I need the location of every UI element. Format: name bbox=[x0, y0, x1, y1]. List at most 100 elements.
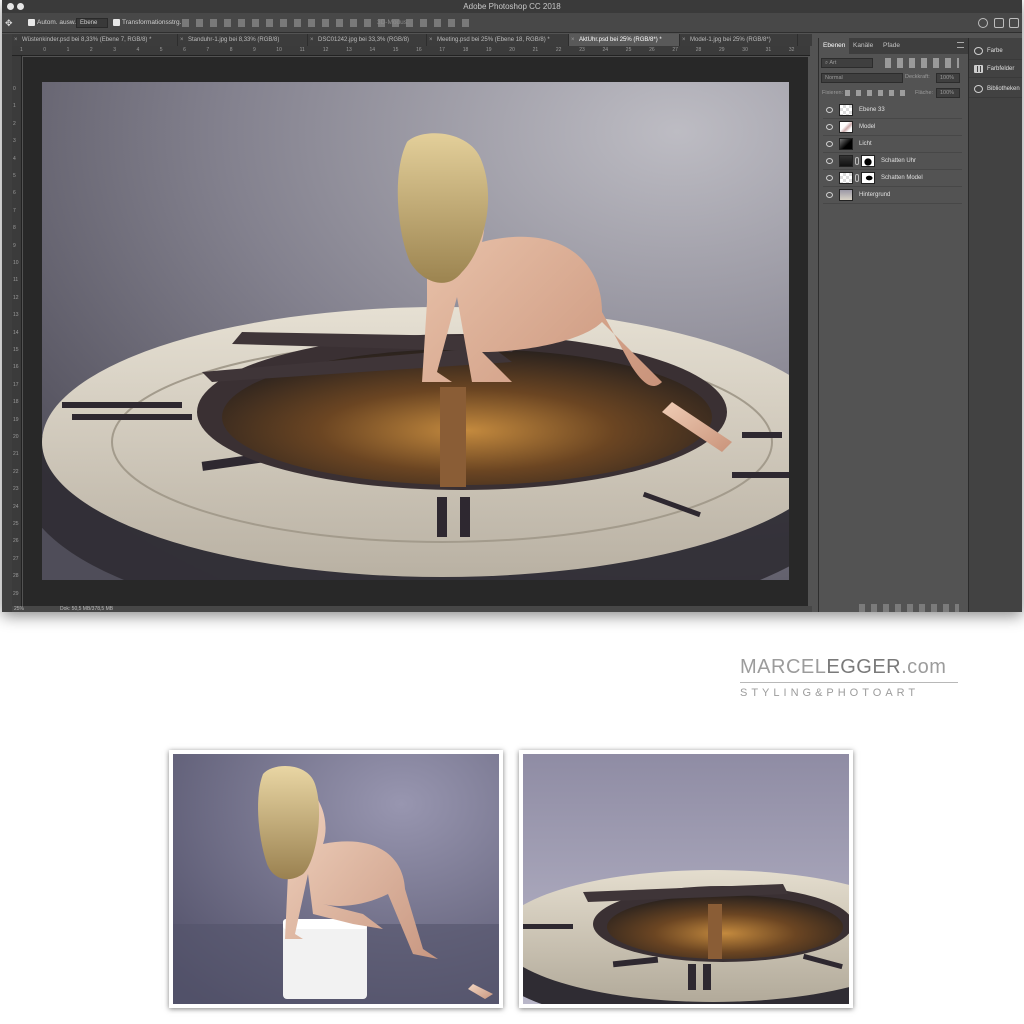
search-icon[interactable] bbox=[978, 18, 988, 28]
tab-kanaele[interactable]: Kanäle bbox=[849, 38, 877, 54]
share-icon[interactable] bbox=[1009, 18, 1019, 28]
brand-name: MARCELEGGER.com bbox=[740, 656, 960, 678]
lock-icons[interactable] bbox=[845, 90, 905, 96]
brand-domain: .com bbox=[901, 656, 947, 678]
auto-select-checkbox[interactable] bbox=[28, 19, 35, 26]
layer-row[interactable]: Schatten Uhr bbox=[823, 153, 962, 170]
filter-kind-value: Art bbox=[829, 60, 837, 66]
tab-wuestenkinder[interactable]: × Wüstenkinder.psd bei 8,33% (Ebene 7, RG… bbox=[12, 34, 178, 46]
ruler-h-tick: 32 bbox=[788, 47, 795, 53]
visibility-eye-icon[interactable] bbox=[826, 192, 833, 198]
dock-label: Farbe bbox=[987, 48, 1003, 54]
ruler-v-tick: 7 bbox=[13, 207, 16, 214]
tab-aktuhr[interactable]: × AktUhr.psd bei 25% (RGB/8*) * bbox=[569, 34, 680, 46]
panel-menu-icon[interactable] bbox=[957, 42, 964, 48]
model-photo bbox=[173, 754, 499, 1004]
close-tab-icon[interactable]: × bbox=[429, 34, 433, 46]
ruler-v-tick: 28 bbox=[13, 573, 19, 580]
ruler-v-tick: 29 bbox=[13, 590, 19, 597]
dock-swatches[interactable]: Farbfelder bbox=[969, 60, 1022, 78]
visibility-eye-icon[interactable] bbox=[826, 124, 833, 130]
ruler-h-tick: 31 bbox=[765, 47, 772, 53]
ruler-v-tick: 27 bbox=[13, 555, 19, 562]
ruler-h-tick: 1 bbox=[20, 47, 23, 53]
document-canvas[interactable] bbox=[42, 82, 789, 580]
close-tab-icon[interactable]: × bbox=[310, 34, 314, 46]
document-info[interactable]: Dok: 50,5 MB/378,5 MB bbox=[60, 606, 113, 612]
tab-dsc01242[interactable]: × DSC01242.jpg bei 33,3% (RGB/8) bbox=[308, 34, 427, 46]
move-tool-icon[interactable]: ✥ bbox=[5, 13, 13, 33]
visibility-eye-icon[interactable] bbox=[826, 158, 833, 164]
clock-photo bbox=[523, 754, 849, 1004]
tab-model-1[interactable]: × Model-1.jpg bei 25% (RGB/8*) bbox=[680, 34, 798, 46]
transform-controls-label: Transformationsstrg. bbox=[122, 19, 182, 26]
ruler-h-tick: 22 bbox=[555, 47, 562, 53]
layer-row[interactable]: Model bbox=[823, 119, 962, 136]
ruler-v-tick: 21 bbox=[13, 451, 19, 458]
align-distribute-icons[interactable] bbox=[182, 19, 472, 27]
ruler-h-tick: 9 bbox=[253, 47, 256, 53]
layer-row[interactable]: Hintergrund bbox=[823, 187, 962, 204]
zoom-level[interactable]: 25% bbox=[14, 606, 24, 612]
tab-ebenen[interactable]: Ebenen bbox=[819, 38, 850, 54]
layer-name: Hintergrund bbox=[859, 192, 891, 198]
vertical-ruler[interactable]: 0 1 2 3 4 5 6 7 8 9 10 11 12 13 14 15 16 17 18 19 20 21 22 23 24… bbox=[12, 56, 22, 612]
layer-row[interactable]: Schatten Model bbox=[823, 170, 962, 187]
layer-footer-buttons[interactable] bbox=[859, 604, 959, 612]
close-tab-icon[interactable]: × bbox=[571, 34, 575, 46]
layer-row[interactable]: Ebene 33 bbox=[823, 102, 962, 119]
panel-tabs: Ebenen Kanäle Pfade bbox=[819, 38, 968, 54]
transform-controls-checkbox[interactable] bbox=[113, 19, 120, 26]
opacity-field[interactable]: 100% bbox=[936, 73, 960, 83]
ruler-v-tick: 23 bbox=[13, 486, 19, 493]
window-title: Adobe Photoshop CC 2018 bbox=[463, 2, 561, 11]
layer-name: Schatten Model bbox=[881, 175, 923, 181]
ruler-h-tick: 19 bbox=[486, 47, 492, 53]
ruler-v-tick: 5 bbox=[13, 173, 16, 179]
toolbar-strip[interactable] bbox=[2, 34, 12, 612]
auto-select-dropdown[interactable]: Ebene bbox=[76, 18, 108, 28]
close-tab-icon[interactable]: × bbox=[180, 34, 184, 46]
ruler-v-tick: 6 bbox=[13, 190, 16, 197]
tab-standuhr[interactable]: × Standuhr-1.jpg bei 8,33% (RGB/8) bbox=[178, 34, 308, 46]
tab-label: Meeting.psd bei 25% (Ebene 18, RGB/8) * bbox=[437, 37, 550, 43]
status-bar: 25% Dok: 50,5 MB/378,5 MB bbox=[12, 606, 812, 612]
layer-thumbnail bbox=[839, 104, 853, 116]
layer-thumbnail bbox=[839, 138, 853, 150]
brand-divider bbox=[740, 682, 958, 683]
dock-libraries[interactable]: Bibliotheken bbox=[969, 80, 1022, 98]
horizontal-ruler[interactable]: 1 0 1 2 3 4 5 6 7 8 9 10 11 12 13 14 15 16 17 18 19 20 21 22 23 2… bbox=[12, 46, 810, 56]
ruler-v-tick: 1 bbox=[13, 103, 16, 110]
filter-type-icons[interactable] bbox=[885, 58, 959, 68]
composite-image bbox=[42, 82, 789, 580]
layer-filter-dropdown[interactable]: ⌕ Art bbox=[821, 58, 873, 68]
layer-mask-thumbnail[interactable] bbox=[861, 172, 875, 184]
ruler-h-tick: 2 bbox=[89, 47, 93, 53]
tab-label: Model-1.jpg bei 25% (RGB/8*) bbox=[690, 37, 771, 43]
libraries-icon bbox=[974, 85, 983, 93]
visibility-eye-icon[interactable] bbox=[826, 107, 833, 113]
minimize-window-button[interactable] bbox=[17, 3, 24, 10]
ruler-h-tick: 6 bbox=[183, 47, 186, 53]
layer-row[interactable]: Licht bbox=[823, 136, 962, 153]
visibility-eye-icon[interactable] bbox=[826, 175, 833, 181]
ruler-v-tick: 11 bbox=[13, 277, 19, 284]
link-chain-icon bbox=[855, 157, 859, 165]
workspace-icon[interactable] bbox=[994, 18, 1004, 28]
close-tab-icon[interactable]: × bbox=[14, 34, 18, 46]
dock-color[interactable]: Farbe bbox=[969, 42, 1022, 60]
ruler-v-tick: 14 bbox=[13, 329, 19, 336]
fill-field[interactable]: 100% bbox=[936, 88, 960, 98]
ruler-h-tick: 18 bbox=[462, 47, 469, 53]
swatches-icon bbox=[974, 65, 983, 73]
visibility-eye-icon[interactable] bbox=[826, 141, 833, 147]
close-window-button[interactable] bbox=[7, 3, 14, 10]
close-tab-icon[interactable]: × bbox=[682, 34, 686, 46]
ruler-v-tick: 10 bbox=[13, 260, 19, 266]
opacity-label: Deckkraft: bbox=[905, 74, 930, 80]
layer-mask-thumbnail[interactable] bbox=[861, 155, 875, 167]
auto-select-label: Autom. ausw.: bbox=[37, 19, 78, 26]
tab-pfade[interactable]: Pfade bbox=[879, 38, 904, 54]
blend-mode-dropdown[interactable]: Normal bbox=[821, 73, 903, 83]
tab-meeting[interactable]: × Meeting.psd bei 25% (Ebene 18, RGB/8) * bbox=[427, 34, 569, 46]
